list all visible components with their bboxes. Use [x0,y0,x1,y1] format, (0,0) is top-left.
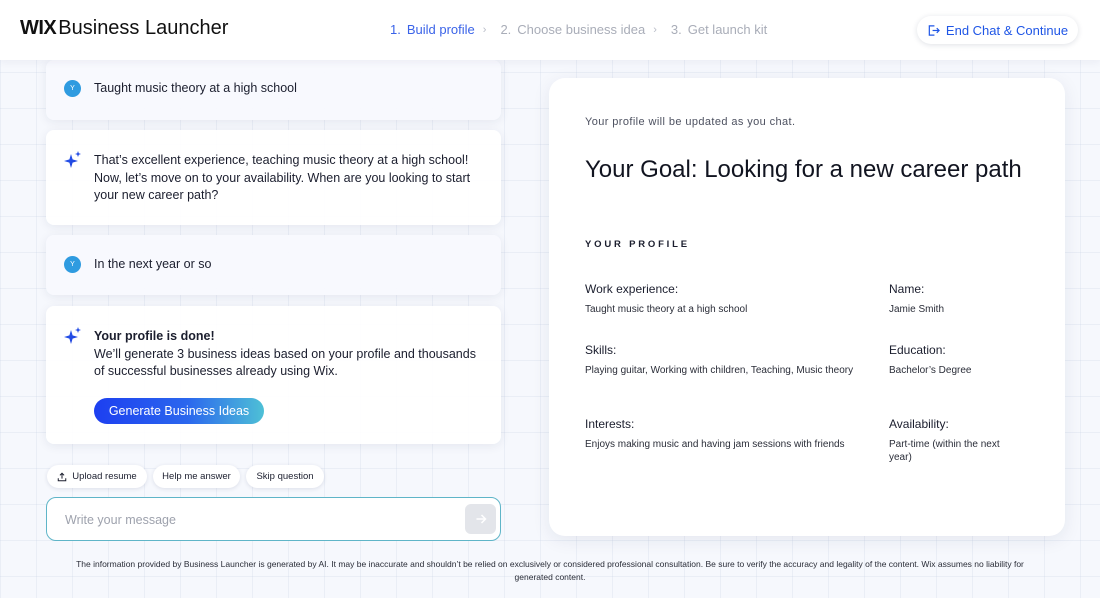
step-label: Choose business idea [517,22,646,37]
upload-icon [58,472,67,481]
message-title: Your profile is done! [94,329,215,343]
profile-section-title: YOUR PROFILE [585,239,690,250]
profile-field-name: Name: Jamie Smith [889,282,1029,316]
step-number: 2. [500,22,512,37]
chat-message-user: Y Taught music theory at a high school [46,60,501,120]
chip-label: Skip question [256,471,314,482]
message-text: Taught music theory at a high school [94,81,297,95]
send-button[interactable] [465,504,496,534]
field-value: Playing guitar, Working with children, T… [585,365,854,376]
step-number: 1. [390,22,401,37]
profile-update-note: Your profile will be updated as you chat… [585,116,796,128]
message-body: Your profile is done! We’ll generate 3 b… [94,328,479,381]
user-avatar: Y [64,256,81,273]
ai-sparkle-icon [64,327,81,344]
step-label: Get launch kit [687,22,768,37]
upload-resume-chip[interactable]: Upload resume [47,465,147,488]
exit-icon [928,24,940,36]
ai-disclaimer: The information provided by Business Lau… [76,559,1024,582]
profile-field-interests: Interests: Enjoys making music and havin… [585,417,875,451]
message-text: In the next year or so [94,257,212,271]
step-choose-business-idea[interactable]: 2. Choose business idea › [500,22,656,37]
chip-label: Help me answer [162,471,231,482]
field-value: Jamie Smith [889,304,945,315]
end-chat-continue-button[interactable]: End Chat & Continue [917,16,1078,44]
app-logo[interactable]: WIX Business Launcher [20,17,228,40]
chevron-right-icon: › [482,23,487,36]
field-label: Work experience: [585,282,679,296]
message-input[interactable] [65,510,445,530]
field-value: Taught music theory at a high school [585,304,748,315]
skip-question-chip[interactable]: Skip question [246,465,324,488]
chat-message-user: Y In the next year or so [46,235,501,295]
field-value: Enjoys making music and having jam sessi… [585,439,845,450]
field-label: Education: [889,343,946,357]
profile-field-work-experience: Work experience: Taught music theory at … [585,282,865,316]
chevron-right-icon: › [653,23,657,36]
field-value: Part-time (within the next year) [889,439,1000,463]
profile-field-availability: Availability: Part-time (within the next… [889,417,1024,464]
chip-label: Upload resume [72,471,137,482]
message-text: We’ll generate 3 business ideas based on… [94,346,476,379]
message-composer [46,497,501,541]
step-build-profile[interactable]: 1. Build profile › [390,22,486,37]
generate-business-ideas-button[interactable]: Generate Business Ideas [94,398,264,424]
end-chat-label: End Chat & Continue [945,22,1069,38]
chat-message-assistant: That’s excellent experience, teaching mu… [46,130,501,225]
field-value: Bachelor’s Degree [889,365,972,376]
message-text: That’s excellent experience, teaching mu… [94,153,471,202]
step-number: 3. [670,22,682,37]
step-label: Build profile [406,22,475,37]
field-label: Skills: [585,343,617,357]
logo-text: Business Launcher [58,17,229,39]
logo-mark: WIX [20,17,57,39]
progress-steps: 1. Build profile › 2. Choose business id… [390,22,781,37]
profile-field-education: Education: Bachelor’s Degree [889,343,1029,377]
field-label: Name: [889,282,925,296]
ai-sparkle-icon [64,151,81,168]
profile-goal-title: Your Goal: Looking for a new career path [585,156,1022,183]
field-label: Availability: [889,417,949,431]
help-me-answer-chip[interactable]: Help me answer [153,465,240,488]
top-header: WIX Business Launcher 1. Build profile ›… [0,0,1100,60]
user-avatar: Y [64,80,81,97]
field-label: Interests: [585,417,635,431]
profile-panel: Your profile will be updated as you chat… [549,78,1065,536]
chat-message-assistant-profile-done: Your profile is done! We’ll generate 3 b… [46,306,501,444]
arrow-right-icon [476,514,487,524]
step-get-launch-kit[interactable]: 3. Get launch kit [671,22,767,37]
profile-field-skills: Skills: Playing guitar, Working with chi… [585,343,855,377]
